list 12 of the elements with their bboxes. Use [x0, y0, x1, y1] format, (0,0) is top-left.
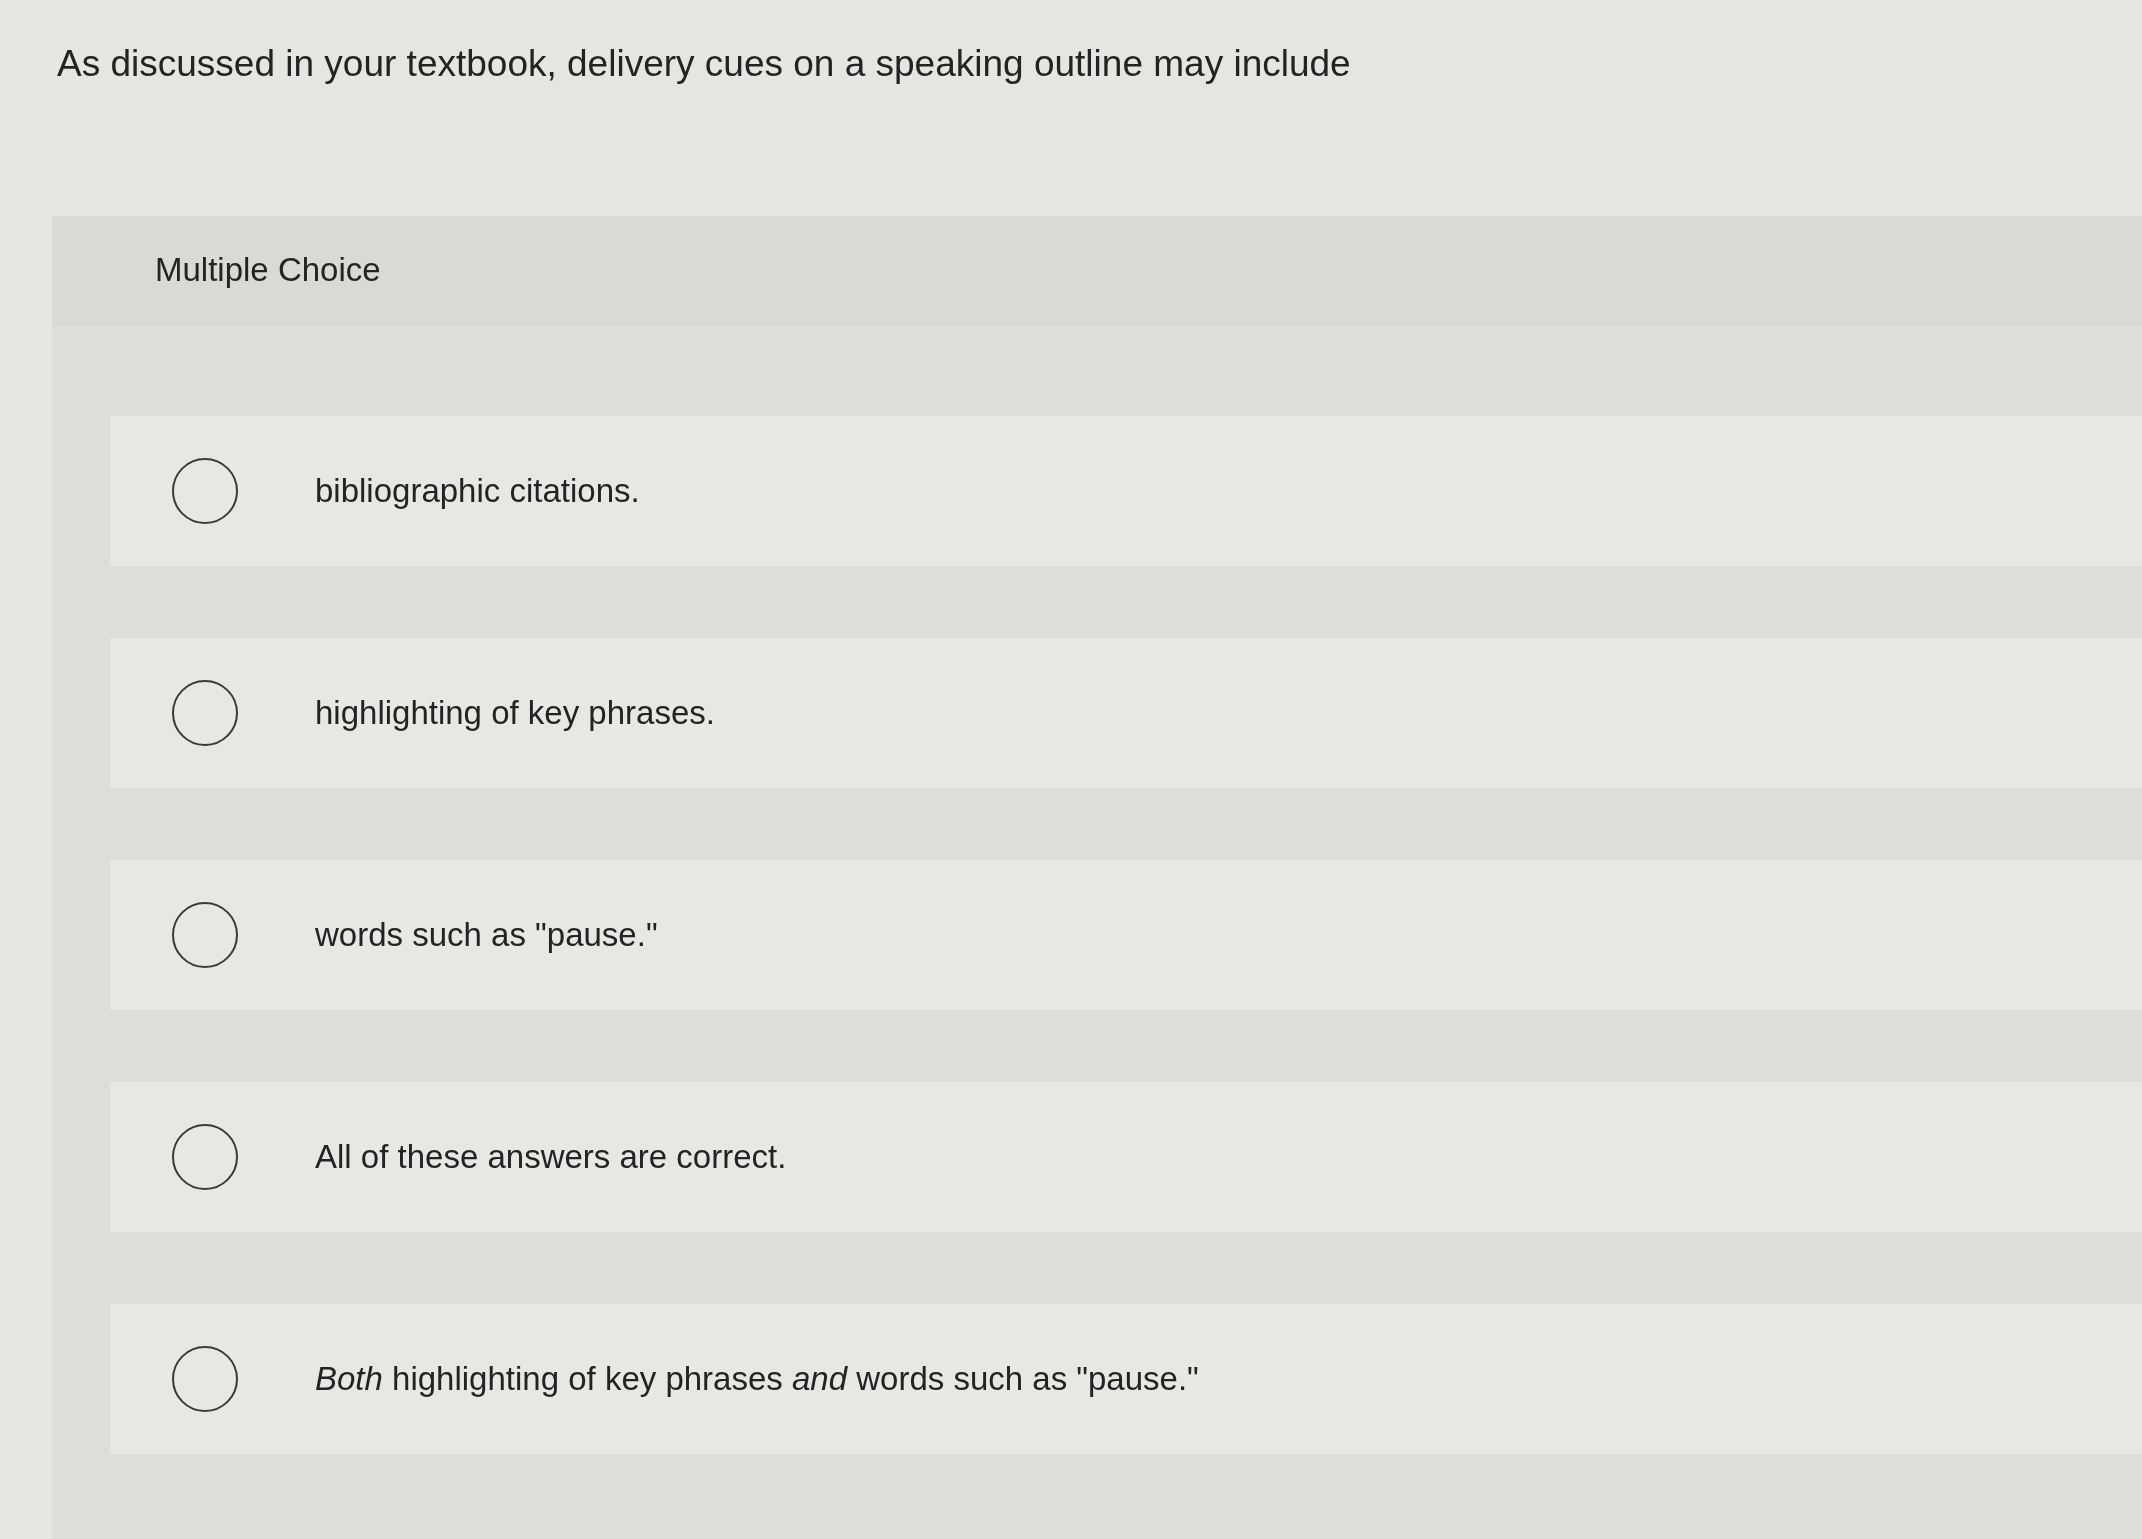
radio-button[interactable] [172, 902, 238, 969]
question-text: As discussed in your textbook, delivery cues on a speaking outline may include [57, 42, 1351, 86]
option-label[interactable]: bibliographic citations. [315, 469, 640, 513]
radio-button[interactable] [172, 1346, 238, 1413]
radio-button[interactable] [172, 680, 238, 747]
question-type-label: Multiple Choice [155, 251, 381, 289]
radio-button[interactable] [172, 458, 238, 525]
radio-button[interactable] [172, 1124, 238, 1191]
option-label[interactable]: All of these answers are correct. [315, 1135, 787, 1179]
option-label[interactable]: words such as "pause." [315, 913, 658, 957]
option-label[interactable]: Both highlighting of key phrases and words such as "pause." [315, 1357, 1199, 1401]
option-label[interactable]: highlighting of key phrases. [315, 691, 715, 735]
